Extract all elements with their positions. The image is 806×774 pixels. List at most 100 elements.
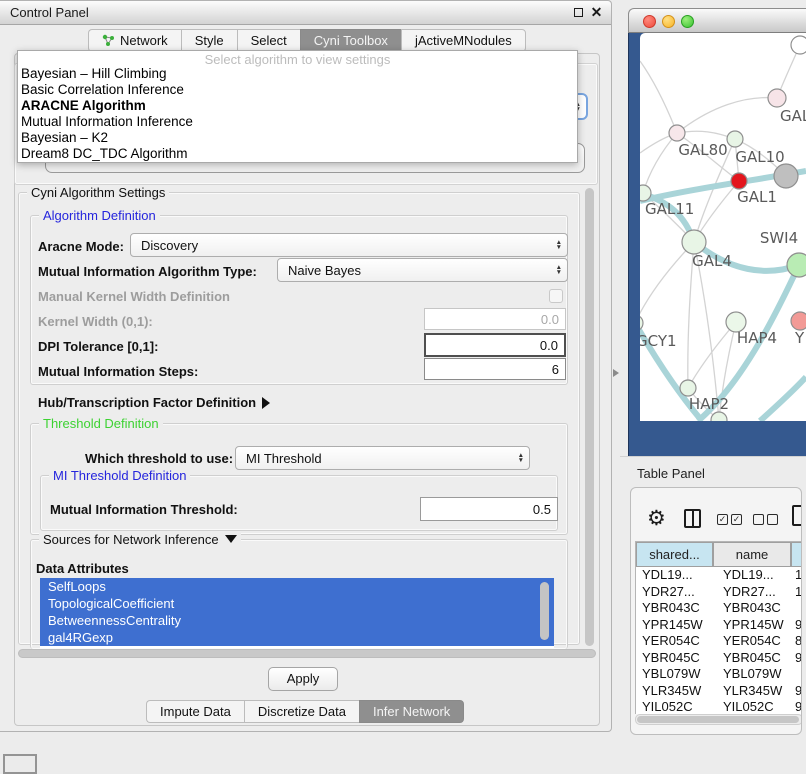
node-gcy1[interactable] xyxy=(640,315,643,331)
node-swi4[interactable] xyxy=(787,253,806,277)
node-label-gal10: GAL10 xyxy=(735,148,784,166)
node-gal10[interactable] xyxy=(727,131,743,147)
node-gray[interactable] xyxy=(774,164,798,188)
combo-arrows-icon: ▲▼ xyxy=(518,453,524,463)
node-gal11[interactable] xyxy=(640,185,651,201)
sources-group-title[interactable]: Sources for Network Inference xyxy=(39,532,241,547)
table-cell: YDR27... xyxy=(713,584,791,601)
table-cell xyxy=(791,666,802,683)
float-window-icon[interactable] xyxy=(572,6,585,19)
node-label-gal4: GAL4 xyxy=(692,252,732,270)
node-unlabeled-top[interactable] xyxy=(791,36,806,54)
table-cell: 12 xyxy=(791,584,802,601)
table-row[interactable]: YPR145WYPR145W9. xyxy=(636,617,802,634)
network-canvas[interactable]: GAL7GAL80GAL10GAL1GAL11GAL4SWI4GCY1HAP4Y… xyxy=(640,33,806,421)
hub-definition-toggle[interactable]: Hub/Transcription Factor Definition xyxy=(38,395,270,410)
mi-algorithm-type-combo[interactable]: Naive Bayes ▲▼ xyxy=(277,258,568,282)
dpi-tolerance-field[interactable]: 0.0 xyxy=(424,333,566,357)
settings-horizontal-scrollbar[interactable] xyxy=(18,649,596,658)
algorithm-option[interactable]: Mutual Information Inference xyxy=(18,114,577,130)
manual-kernel-width-checkbox[interactable] xyxy=(549,289,563,303)
tab-infer-network[interactable]: Infer Network xyxy=(359,700,464,723)
node-label-swi4: SWI4 xyxy=(760,229,798,247)
attribute-item[interactable]: gal4RGexp xyxy=(40,629,554,646)
node-bottom[interactable] xyxy=(711,412,727,421)
aracne-mode-combo[interactable]: Discovery ▲▼ xyxy=(130,233,568,257)
table-row[interactable]: YIL052CYIL052C9 xyxy=(636,699,802,714)
network-edge[interactable] xyxy=(677,131,735,139)
network-edge[interactable] xyxy=(640,61,677,133)
kernel-width-field[interactable]: 0.0 xyxy=(424,308,566,330)
tab-network[interactable]: Network xyxy=(88,29,181,52)
minimize-traffic-icon[interactable] xyxy=(662,15,675,28)
node-hap2[interactable] xyxy=(680,380,696,396)
table-row[interactable]: YBL079WYBL079W xyxy=(636,666,802,683)
tab-cyni-toolbox[interactable]: Cyni Toolbox xyxy=(300,29,401,52)
select-all-icon[interactable]: ✓✓ xyxy=(717,514,742,525)
table-horizontal-scrollbar[interactable] xyxy=(637,716,799,723)
close-panel-icon[interactable]: ✕ xyxy=(590,6,603,19)
node-salmon[interactable] xyxy=(791,312,806,330)
algorithm-option[interactable]: Bayesian – K2 xyxy=(18,130,577,146)
column-header-name[interactable]: name xyxy=(713,542,791,567)
mi-threshold-group-title: MI Threshold Definition xyxy=(49,468,190,483)
table-row[interactable]: YBR045CYBR045C9. xyxy=(636,650,802,667)
network-edge[interactable] xyxy=(643,133,677,193)
mi-steps-label: Mutual Information Steps: xyxy=(38,364,198,379)
gear-icon[interactable]: ⚙ xyxy=(647,506,666,531)
table-row[interactable]: YER054CYER054C8. xyxy=(636,633,802,650)
apply-button[interactable]: Apply xyxy=(268,667,338,691)
algorithm-option[interactable]: Dream8 DC_TDC Algorithm xyxy=(18,146,577,162)
corner-widget[interactable] xyxy=(3,754,37,774)
which-threshold-label: Which threshold to use: xyxy=(85,451,233,466)
table-panel-divider xyxy=(620,456,806,457)
node-label-hap2: HAP2 xyxy=(689,395,729,413)
panel-collapse-arrow-icon[interactable] xyxy=(613,369,619,377)
columns-icon[interactable] xyxy=(684,509,701,528)
deselect-all-icon[interactable] xyxy=(753,514,778,525)
attribute-item[interactable]: SelfLoops xyxy=(40,578,554,595)
tab-style[interactable]: Style xyxy=(181,29,237,52)
column-header-shared-name[interactable]: shared... xyxy=(636,542,713,567)
mi-threshold-field[interactable]: 0.5 xyxy=(420,497,558,521)
algorithm-option[interactable]: Bayesian – Hill Climbing xyxy=(18,66,577,82)
node-gal7[interactable] xyxy=(768,89,786,107)
tab-discretize-data[interactable]: Discretize Data xyxy=(244,700,359,723)
table-cell: YDL19... xyxy=(636,567,713,584)
attribute-item[interactable]: BetweennessCentrality xyxy=(40,612,554,629)
node-label-hap4: HAP4 xyxy=(737,329,777,347)
tab-select[interactable]: Select xyxy=(237,29,300,52)
which-threshold-combo[interactable]: MI Threshold ▲▼ xyxy=(235,446,530,470)
table-row[interactable]: YLR345WYLR345W9. xyxy=(636,683,802,700)
table-row[interactable]: YDR27...YDR27...12 xyxy=(636,584,802,601)
table-row[interactable]: YBR043CYBR043C xyxy=(636,600,802,617)
attributes-list-scrollbar[interactable] xyxy=(540,582,549,640)
new-table-icon[interactable] xyxy=(792,505,802,526)
data-attributes-list[interactable]: SelfLoopsTopologicalCoefficientBetweenne… xyxy=(40,578,554,648)
algorithm-option[interactable]: ARACNE Algorithm xyxy=(18,98,577,114)
table-row[interactable]: YDL19...YDL19...13 xyxy=(636,567,802,584)
network-edge-highlighted[interactable] xyxy=(760,377,806,421)
network-edge[interactable] xyxy=(640,242,694,323)
network-edge[interactable] xyxy=(677,98,777,133)
close-traffic-icon[interactable] xyxy=(643,15,656,28)
tab-jactivemnodules[interactable]: jActiveMNodules xyxy=(401,29,526,52)
node-label-y: Y xyxy=(794,329,805,347)
control-panel-title: Control Panel xyxy=(10,5,89,20)
algorithm-option[interactable]: Basic Correlation Inference xyxy=(18,82,577,98)
column-header-clipped[interactable] xyxy=(791,542,802,567)
attribute-item[interactable]: TopologicalCoefficient xyxy=(40,595,554,612)
tab-impute-data[interactable]: Impute Data xyxy=(146,700,244,723)
node-table[interactable]: shared... name YDL19...YDL19...13YDR27..… xyxy=(635,541,802,714)
mi-steps-field[interactable]: 6 xyxy=(424,358,566,380)
settings-vertical-scrollbar[interactable] xyxy=(585,188,594,646)
node-red[interactable] xyxy=(731,173,747,189)
network-view-titlebar[interactable] xyxy=(628,8,806,33)
node-label-gal11: GAL11 xyxy=(645,200,694,218)
mi-algorithm-type-label: Mutual Information Algorithm Type: xyxy=(38,264,257,279)
zoom-traffic-icon[interactable] xyxy=(681,15,694,28)
tab-label: Style xyxy=(195,33,224,48)
table-cell: 9. xyxy=(791,617,802,634)
node-gal4[interactable] xyxy=(682,230,706,254)
node-gal80[interactable] xyxy=(669,125,685,141)
